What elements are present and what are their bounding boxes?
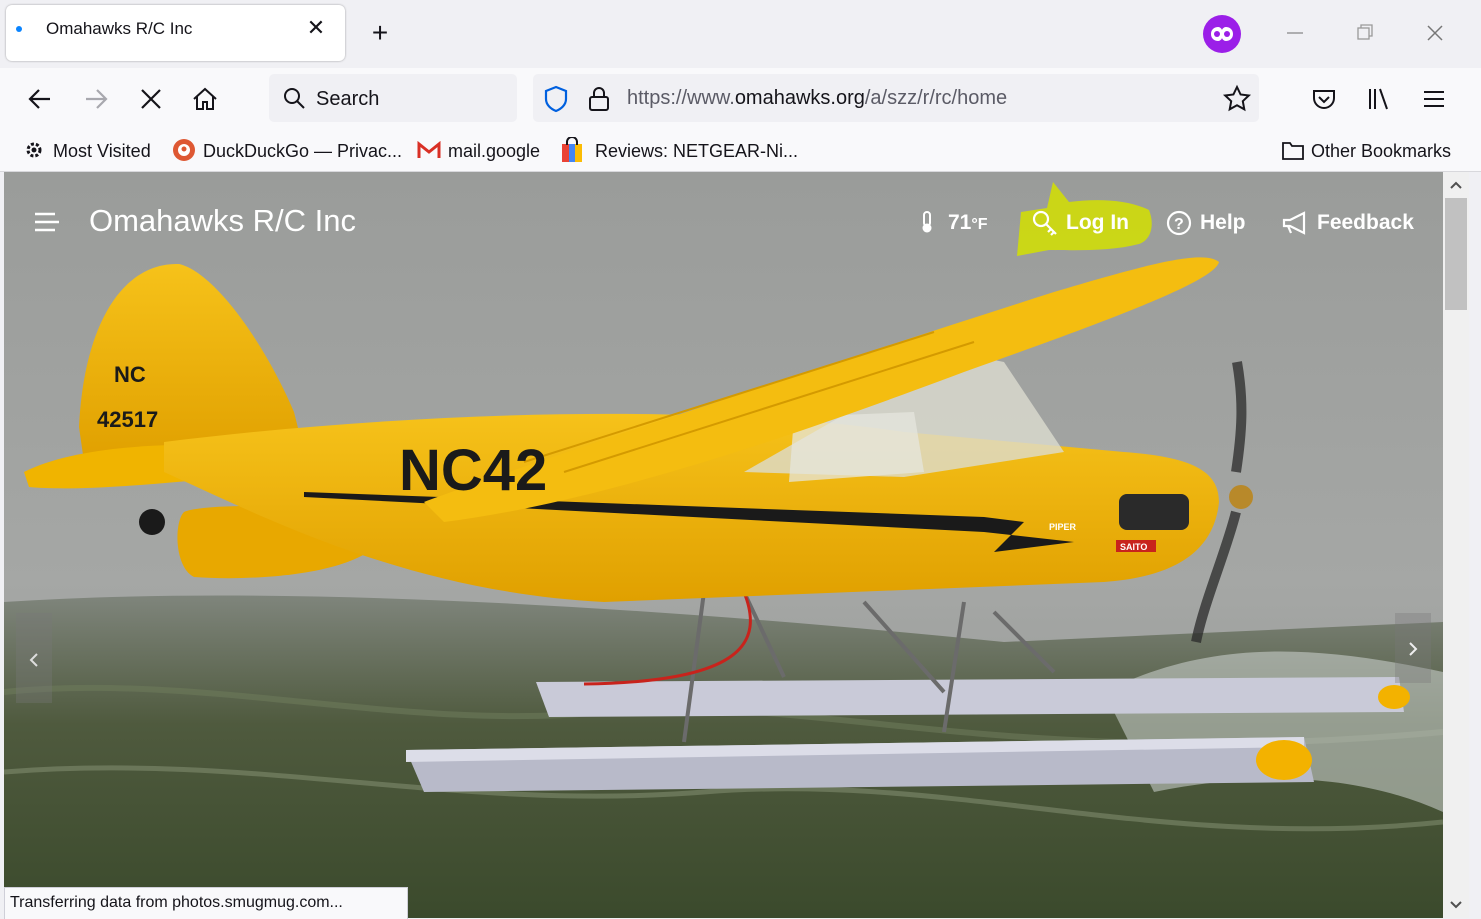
hero-photo: NC 42517 NC42 PIPER SAITO — [4, 172, 1443, 918]
lock-icon[interactable] — [587, 85, 611, 113]
bookmark-other[interactable]: Other Bookmarks — [1311, 141, 1451, 162]
tail-registration-top: NC — [114, 362, 146, 387]
stop-loading-icon[interactable] — [133, 81, 169, 117]
tracking-protection-shield-icon[interactable] — [543, 85, 569, 113]
search-field[interactable] — [269, 74, 517, 122]
duckduckgo-icon — [172, 138, 196, 162]
svg-text:?: ? — [1174, 216, 1184, 233]
slideshow-next-button[interactable] — [1395, 613, 1431, 683]
extension-mask-icon[interactable] — [1203, 15, 1241, 53]
help-icon: ? — [1165, 209, 1193, 237]
bookmark-star-icon[interactable] — [1222, 84, 1252, 114]
scrollbar-thumb[interactable] — [1445, 198, 1467, 310]
bookmark-gmail[interactable]: mail.google — [448, 141, 540, 162]
folder-icon — [1281, 139, 1305, 161]
key-icon — [1031, 209, 1059, 237]
thermometer-icon — [920, 210, 934, 234]
scroll-up-icon[interactable] — [1449, 178, 1463, 192]
library-icon[interactable] — [1364, 84, 1394, 114]
site-menu-icon[interactable] — [33, 210, 61, 234]
engine-brand: SAITO — [1120, 542, 1147, 552]
site-title[interactable]: Omahawks R/C Inc — [89, 203, 356, 239]
pocket-icon[interactable] — [1309, 84, 1339, 114]
forward-icon[interactable] — [78, 81, 114, 117]
window-close-icon[interactable] — [1420, 18, 1450, 48]
tab-close-icon[interactable]: ✕ — [302, 14, 330, 42]
minimize-icon[interactable] — [1280, 18, 1310, 48]
back-icon[interactable] — [22, 81, 58, 117]
bookmark-duckduckgo[interactable]: DuckDuckGo — Privac... — [203, 141, 402, 162]
status-text: Transferring data from photos.smugmug.co… — [10, 894, 343, 911]
tab-title: Omahawks R/C Inc — [46, 19, 193, 38]
megaphone-icon — [1281, 210, 1309, 236]
bookmark-most-visited[interactable]: Most Visited — [53, 141, 151, 162]
temperature: 71°F — [948, 211, 988, 234]
scroll-down-icon[interactable] — [1449, 898, 1463, 912]
help-link[interactable]: Help — [1200, 211, 1246, 235]
new-tab-button[interactable]: + — [364, 18, 396, 50]
tab-loading-icon — [16, 26, 22, 32]
gear-icon — [23, 139, 45, 161]
tail-registration-bottom: 42517 — [97, 407, 158, 432]
url-text: https://www.omahawks.org/a/szz/r/rc/home — [627, 87, 1008, 109]
search-icon — [282, 86, 306, 110]
feedback-link[interactable]: Feedback — [1317, 211, 1414, 235]
fuselage-registration: NC42 — [399, 438, 547, 503]
slideshow-prev-button[interactable] — [16, 613, 52, 703]
restore-icon[interactable] — [1350, 18, 1380, 48]
shopping-bag-icon — [561, 136, 583, 163]
search-placeholder: Search — [316, 88, 380, 110]
bookmark-netgear[interactable]: Reviews: NETGEAR-Ni... — [595, 141, 798, 162]
gmail-icon — [417, 140, 441, 159]
login-link[interactable]: Log In — [1066, 211, 1129, 235]
page-content: NC 42517 NC42 PIPER SAITO — [4, 172, 1443, 918]
home-icon[interactable] — [187, 81, 223, 117]
menu-icon[interactable] — [1419, 84, 1449, 114]
cowl-brand: PIPER — [1049, 522, 1077, 532]
